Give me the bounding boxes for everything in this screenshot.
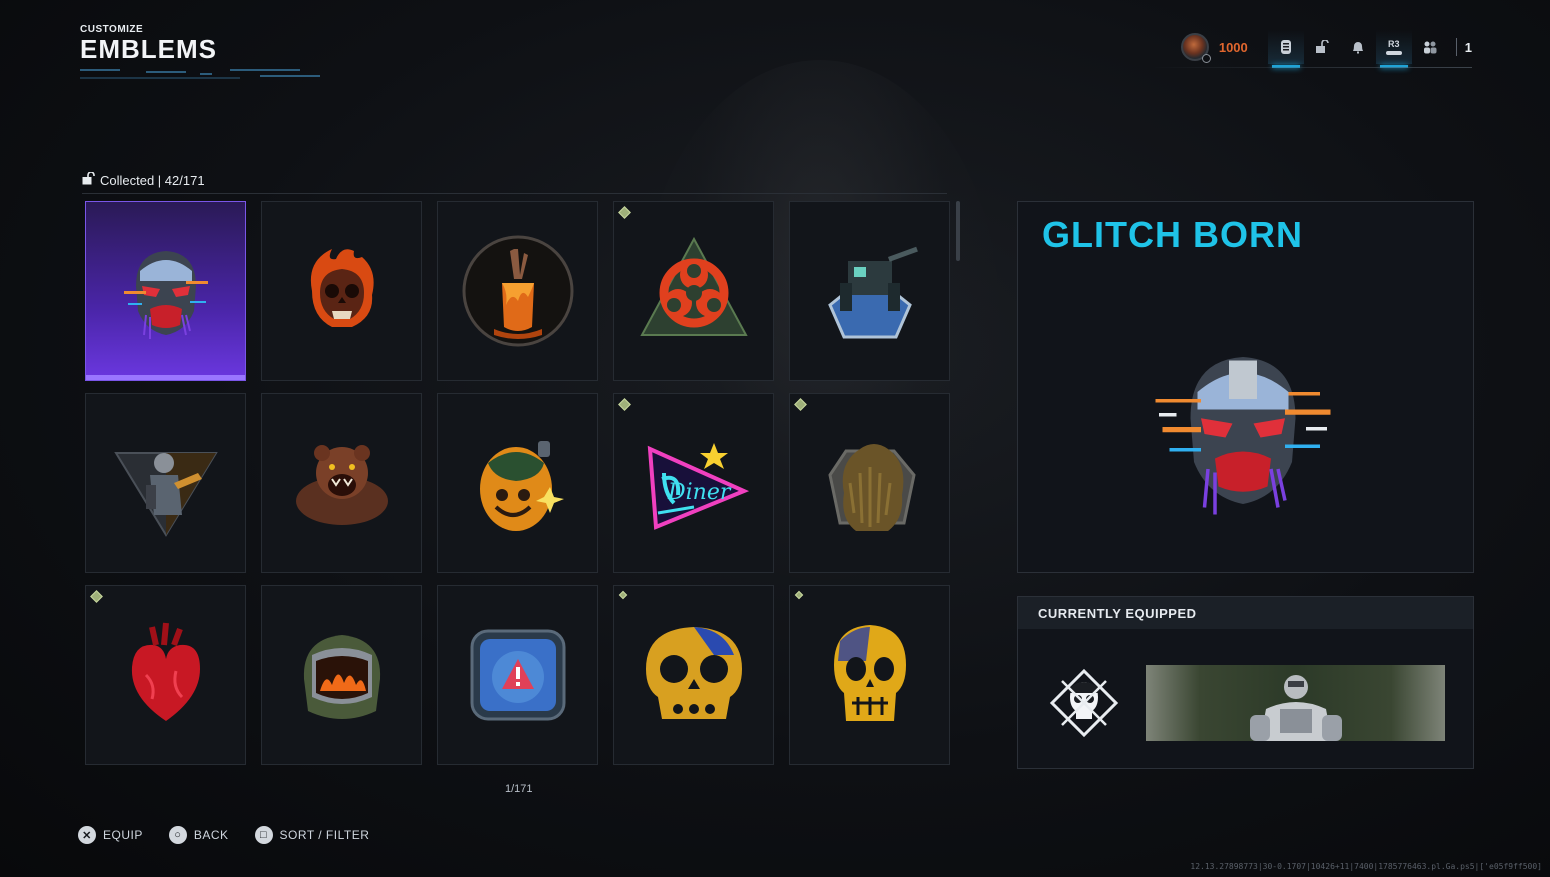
emblem-grid: Diner [85,201,951,765]
status-separator [1455,38,1457,56]
biohazard-icon [639,236,748,336]
lock-icon[interactable] [1304,30,1340,64]
emblem-tile-ghillie[interactable] [789,393,950,573]
emblem-tile-bear[interactable] [261,393,422,573]
helmet-fire-icon [303,635,380,719]
emblem-detail-panel: GLITCH BORN [1017,201,1474,573]
page-header: CUSTOMIZE EMBLEMS [80,24,330,81]
player-rank-badge[interactable] [1180,33,1211,63]
cross-button-icon: ✕ [78,826,96,844]
emblem-tile-glitch-mask[interactable] [85,201,246,381]
bell-icon[interactable] [1340,30,1376,64]
glitch-mask-icon [123,251,208,339]
emblem-tile-mech-turret[interactable] [789,201,950,381]
back-label: BACK [193,828,229,842]
r3-icon[interactable]: R3 [1375,30,1412,68]
sort-filter-button[interactable]: □ SORT / FILTER [254,826,370,844]
equip-label: EQUIP [103,828,143,842]
emblem-tile-gold-skull[interactable] [789,585,950,765]
page-indicator: 1/171 [505,783,533,795]
status-bar: 1000 R3 1 [1180,30,1472,68]
emblem-tile-soldier[interactable] [85,393,246,573]
new-indicator-icon [618,206,631,219]
collection-divider [82,193,947,194]
emblem-tile-melting-candle[interactable] [437,201,598,381]
emblem-tile-helmet-fire[interactable] [261,585,422,765]
title-glitch-decoration [80,67,330,81]
new-indicator-icon [794,398,807,411]
equipped-heading: CURRENTLY EQUIPPED [1018,597,1473,629]
calling-card [1146,665,1445,741]
pirate-skull-icon [1049,668,1119,738]
emblem-tile-smiley-grenade[interactable] [437,393,598,573]
collected-label: Collected | 42/171 [100,172,205,188]
roaring-bear-icon [295,445,388,525]
collection-status: Collected | 42/171 [82,171,205,188]
r3-label: R3 [1388,39,1400,49]
ghillie-creature-icon [827,444,916,531]
new-indicator-icon [90,590,103,603]
button-prompts: ✕ EQUIP ○ BACK □ SORT / FILTER [78,826,369,844]
gold-skull-icon [833,625,906,721]
warning-screen-icon [470,629,565,721]
emblem-tile-warning-screen[interactable] [437,585,598,765]
cod-points: 1000 [1218,39,1248,55]
melting-candle-icon [462,235,573,347]
mech-turret-icon [827,246,918,339]
circle-button-icon: ○ [168,826,187,844]
build-info: 12.13.27898773|30-0.1707|10426+11|7400|1… [1190,862,1542,871]
robot-calling-card-icon [1250,675,1342,741]
emblem-tile-heart[interactable] [85,585,246,765]
currently-equipped-panel: CURRENTLY EQUIPPED [1017,596,1474,769]
smiley-grenade-icon [479,441,564,531]
equip-button[interactable]: ✕ EQUIP [78,826,143,844]
glitch-mask-preview-icon [1155,357,1331,515]
emblem-tile-neon-diner[interactable]: Diner [613,393,774,573]
status-underline [1152,67,1472,68]
page-title: EMBLEMS [80,34,217,64]
unlock-icon [82,171,96,188]
square-button-icon: □ [254,826,273,844]
neon-diner-sign-icon: Diner [647,443,749,530]
trophy-icon[interactable] [1267,30,1304,68]
flaming-skull-icon [310,249,374,327]
emblem-name: GLITCH BORN [1042,214,1303,255]
emblem-tile-gold-skull-outline[interactable] [613,585,774,765]
new-indicator-icon [618,398,631,411]
emblem-tile-flaming-skull[interactable] [261,201,422,381]
svg-text:Diner: Diner [667,480,732,505]
friends-count: 1 [1464,39,1472,55]
new-indicator-icon [618,590,628,600]
new-indicator-icon [794,590,804,600]
back-button[interactable]: ○ BACK [168,826,229,844]
grid-scrollbar[interactable] [956,201,960,261]
emblem-tile-biohazard[interactable] [613,201,774,381]
sort-filter-label: SORT / FILTER [279,828,370,842]
anatomical-heart-icon [131,622,200,721]
gold-skull-outline-icon [645,627,742,719]
friends-icon[interactable] [1412,30,1448,64]
soldier-triangle-icon [113,452,218,537]
